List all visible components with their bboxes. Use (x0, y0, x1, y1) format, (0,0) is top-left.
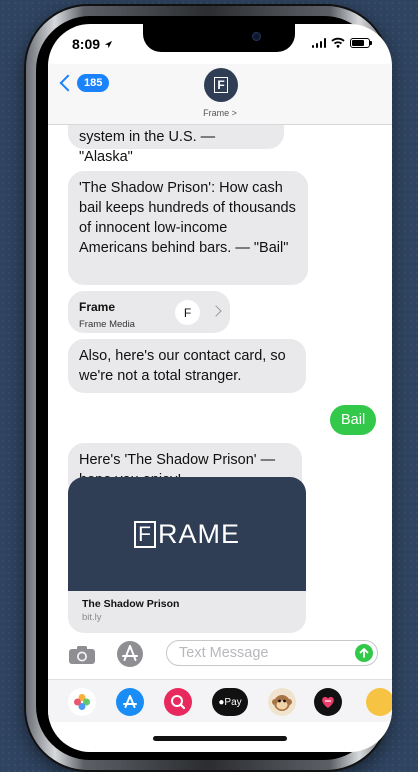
battery-icon (350, 37, 372, 48)
link-preview-title: The Shadow Prison (82, 598, 180, 610)
link-preview-card[interactable]: F RAME The Shadow Prison bit.ly (68, 477, 306, 633)
camera-icon[interactable] (68, 645, 96, 665)
app-drawer: ● Pay (48, 679, 392, 722)
send-button[interactable] (355, 644, 373, 662)
apple-pay-app-icon[interactable]: ● Pay (212, 688, 248, 716)
link-preview-url: bit.ly (82, 612, 102, 623)
message-bubble-clipped: system in the U.S. — "Alaska" (68, 125, 284, 165)
front-camera-icon (252, 32, 261, 41)
message-bubble-contact-card-note: Also, here's our contact card, so we're … (68, 339, 306, 393)
frame-logo: F RAME (133, 518, 240, 550)
conversation-header: 185 F Frame > (48, 64, 392, 125)
contact-card-subtitle: Frame Media (79, 319, 135, 330)
location-arrow-icon (104, 40, 113, 49)
messages-screen: 8:09 185 F Frame > system in the U.S. — … (48, 24, 392, 752)
frame-logo-text: RAME (157, 518, 240, 549)
chevron-right-icon: > (231, 108, 237, 118)
signal-icon (311, 37, 326, 48)
notch (143, 24, 295, 52)
link-preview-image: F RAME (68, 477, 306, 591)
contact-card-name: Frame (79, 300, 116, 314)
wifi-icon (331, 37, 345, 48)
chevron-right-icon (210, 305, 222, 317)
more-apps-icon[interactable] (366, 688, 392, 716)
home-indicator[interactable] (153, 736, 287, 741)
arrow-up-icon (359, 648, 369, 658)
app-store-icon[interactable] (116, 640, 144, 668)
frame-logo-icon: F (214, 77, 228, 93)
digital-touch-app-icon[interactable] (314, 688, 342, 716)
message-input[interactable]: Text Message (166, 640, 378, 666)
sent-message-bubble: Bail (330, 405, 376, 435)
animoji-app-icon[interactable] (268, 688, 296, 716)
chevron-left-icon (59, 74, 77, 92)
frame-logo-letter: F (133, 520, 156, 548)
back-button[interactable]: 185 (59, 74, 110, 92)
photos-app-icon[interactable] (68, 688, 96, 716)
image-search-app-icon[interactable] (164, 688, 192, 716)
contact-name-link[interactable]: Frame > (48, 108, 392, 118)
contact-card-avatar: F (175, 300, 200, 325)
contact-avatar[interactable]: F (204, 68, 238, 102)
message-list[interactable]: system in the U.S. — "Alaska" 'The Shado… (48, 125, 392, 637)
app-store-app-icon[interactable] (116, 688, 144, 716)
unread-count-badge: 185 (77, 74, 110, 92)
compose-bar: Text Message (48, 637, 392, 671)
status-icons (311, 37, 372, 48)
contact-card-bubble[interactable]: Frame Frame Media F (68, 291, 230, 333)
message-bubble-shadow-prison: 'The Shadow Prison': How cash bail keeps… (68, 171, 308, 285)
status-time: 8:09 (72, 36, 113, 52)
